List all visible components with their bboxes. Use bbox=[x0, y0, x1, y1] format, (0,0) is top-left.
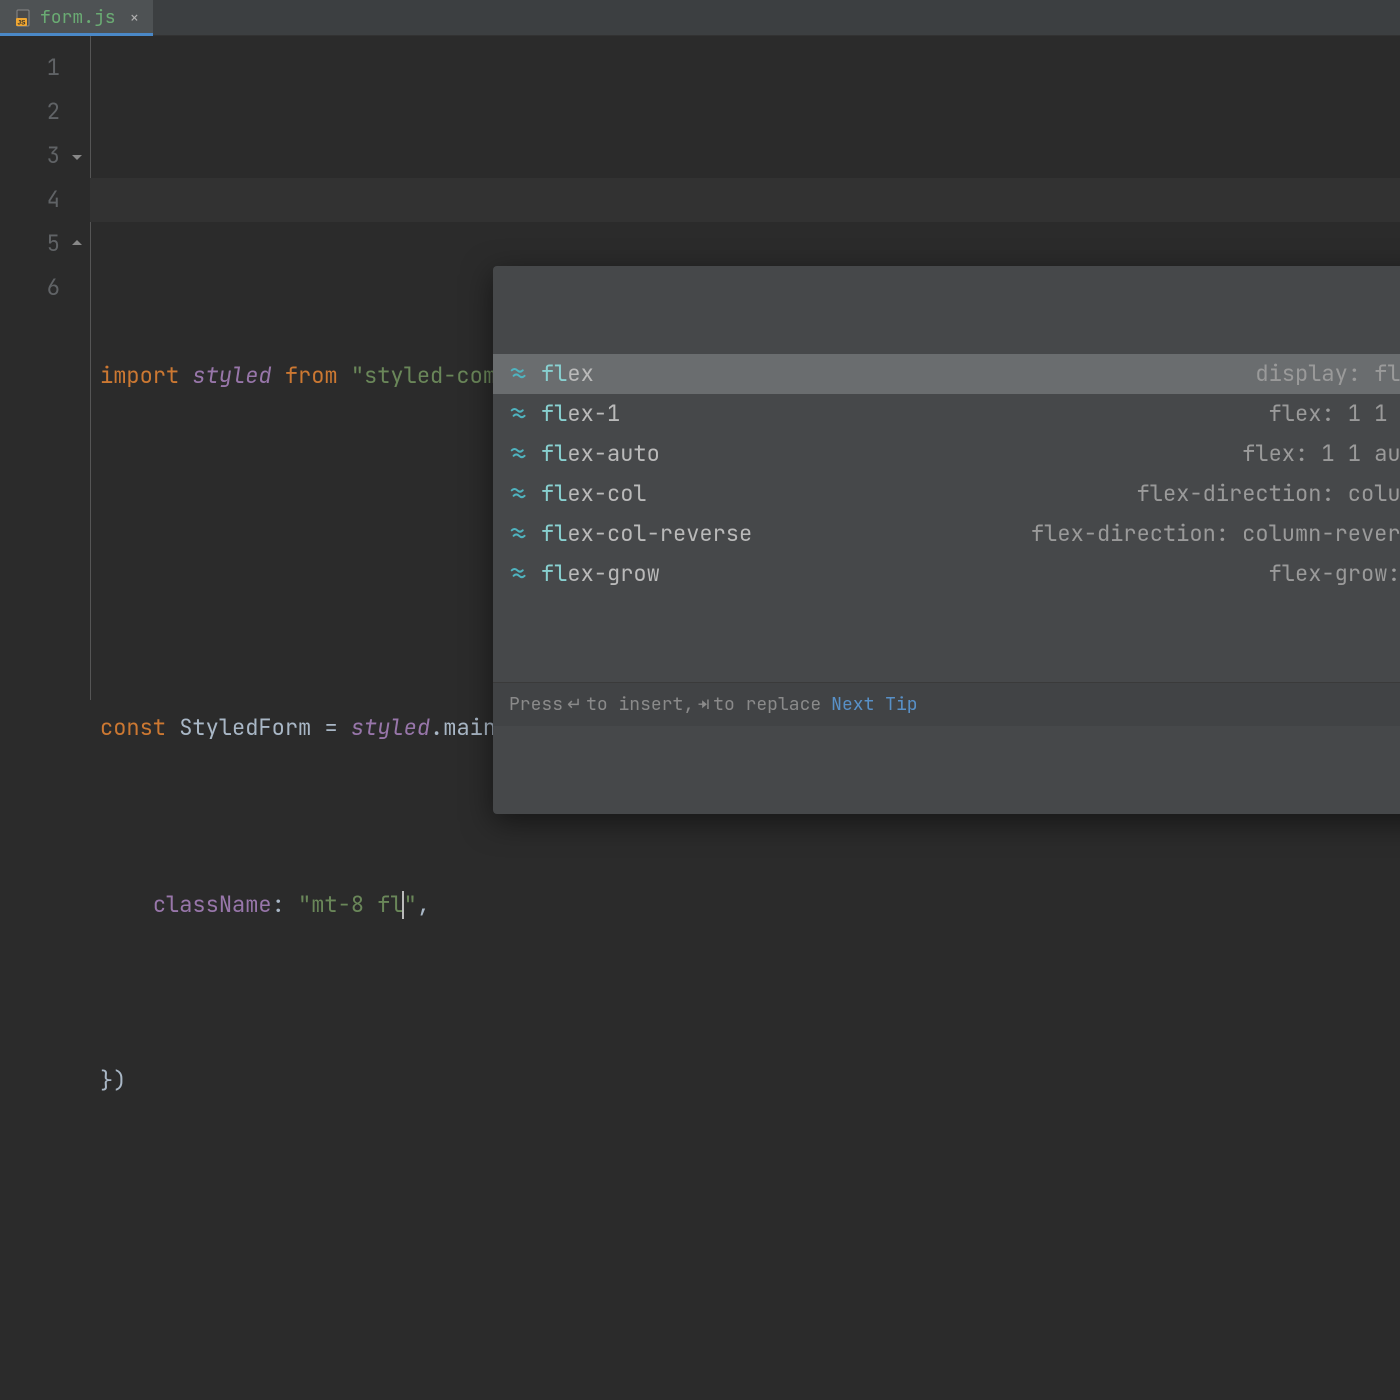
autocomplete-popup: flexdisplay: flexflex-1flex: 1 1 0%flex-… bbox=[493, 266, 1400, 814]
autocomplete-footer: Press ↵ to insert, ⇥ to replace Next Tip… bbox=[493, 682, 1400, 726]
code-line bbox=[90, 1235, 1400, 1279]
tailwind-icon bbox=[509, 483, 531, 505]
autocomplete-item-label: flex-col bbox=[541, 472, 647, 516]
editor: 1 2 3 4 5 6 import styled from "styled-c… bbox=[0, 36, 1400, 700]
tab-bar: JS form.js × bbox=[0, 0, 1400, 36]
tailwind-icon bbox=[509, 443, 531, 465]
tailwind-icon bbox=[509, 403, 531, 425]
autocomplete-item[interactable]: flex-1 flex: 1 1 0% bbox=[493, 394, 1400, 434]
current-line-highlight bbox=[90, 178, 1400, 222]
file-tab-label: form.js bbox=[40, 6, 116, 29]
autocomplete-item[interactable]: flex-auto flex: 1 1 auto bbox=[493, 434, 1400, 474]
tailwind-icon bbox=[509, 523, 531, 545]
tailwind-icon bbox=[509, 363, 531, 385]
code-line: className: "mt-8 fl", bbox=[90, 883, 1400, 927]
autocomplete-item-label: flex-col-reverse bbox=[541, 512, 752, 556]
line-number: 3 bbox=[0, 134, 90, 178]
line-number: 1 bbox=[0, 46, 90, 90]
autocomplete-item-meta: flex-grow: 1 bbox=[1269, 552, 1400, 596]
autocomplete-item-label: flex bbox=[541, 352, 594, 396]
file-tab[interactable]: JS form.js × bbox=[0, 0, 153, 35]
line-number: 6 bbox=[0, 266, 90, 310]
tailwind-icon bbox=[509, 563, 531, 585]
code-line: }) bbox=[90, 1059, 1400, 1103]
autocomplete-item-meta: flex-direction: column bbox=[1137, 472, 1400, 516]
autocomplete-item[interactable]: flex-col-reverse flex-direction: column-r… bbox=[493, 514, 1400, 554]
line-number: 2 bbox=[0, 90, 90, 134]
footer-text: Press bbox=[509, 683, 563, 727]
tab-key-icon: ⇥ bbox=[698, 683, 709, 727]
autocomplete-item-meta: flex: 1 1 0% bbox=[1269, 392, 1400, 436]
close-icon[interactable]: × bbox=[130, 7, 140, 28]
fold-end-icon[interactable] bbox=[70, 237, 84, 251]
footer-text: to insert, bbox=[586, 683, 694, 727]
autocomplete-item[interactable]: flex-col flex-direction: column bbox=[493, 474, 1400, 514]
svg-text:JS: JS bbox=[18, 19, 27, 26]
fold-start-icon[interactable] bbox=[70, 149, 84, 163]
autocomplete-item[interactable]: flex display: flex bbox=[493, 354, 1400, 394]
autocomplete-item-meta: display: flex bbox=[1255, 352, 1400, 396]
autocomplete-item[interactable]: flex-grow flex-grow: 1 bbox=[493, 554, 1400, 594]
next-tip-link[interactable]: Next Tip bbox=[831, 683, 917, 727]
line-number: 5 bbox=[0, 222, 90, 266]
code-area[interactable]: import styled from "styled-components" c… bbox=[90, 36, 1400, 700]
footer-text: to replace bbox=[713, 683, 821, 727]
autocomplete-item-label: flex-auto bbox=[541, 432, 660, 476]
js-file-icon: JS bbox=[14, 9, 32, 27]
autocomplete-item-meta: flex-direction: column-reverse bbox=[1031, 512, 1400, 556]
autocomplete-item-label: flex-1 bbox=[541, 392, 620, 436]
autocomplete-item-label: flex-grow bbox=[541, 552, 660, 596]
gutter: 1 2 3 4 5 6 bbox=[0, 36, 90, 700]
enter-key-icon: ↵ bbox=[567, 683, 582, 727]
autocomplete-item-meta: flex: 1 1 auto bbox=[1242, 432, 1400, 476]
line-number: 4 bbox=[0, 178, 90, 222]
